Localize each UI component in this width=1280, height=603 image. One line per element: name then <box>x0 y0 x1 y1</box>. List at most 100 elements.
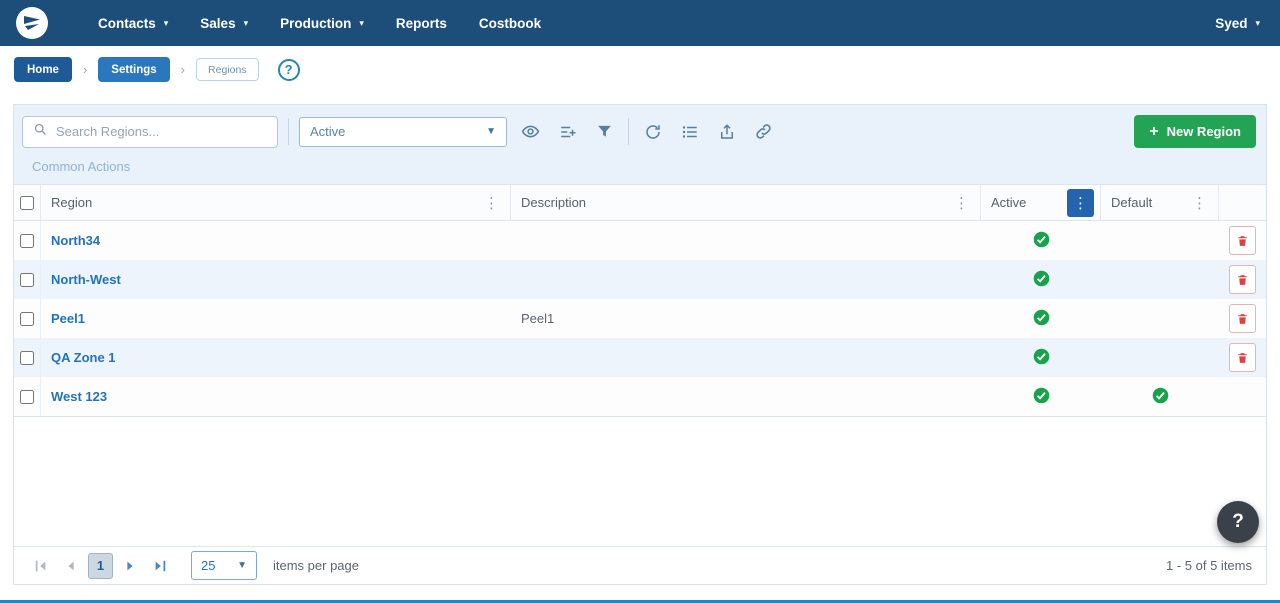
row-checkbox[interactable] <box>20 234 34 248</box>
active-cell <box>981 377 1101 416</box>
toolbar-divider <box>288 118 289 145</box>
search-box <box>22 116 278 148</box>
row-checkbox[interactable] <box>20 312 34 326</box>
nav-contacts-label: Contacts <box>98 16 156 31</box>
user-name: Syed <box>1215 16 1247 31</box>
column-header-description: Description ⋮ <box>511 185 981 220</box>
column-header-default: Default ⋮ <box>1101 185 1219 220</box>
column-menu-button[interactable]: ⋮ <box>479 194 504 212</box>
breadcrumb-separator-icon: › <box>181 62 185 77</box>
region-link[interactable]: North34 <box>51 233 100 248</box>
active-check-icon <box>1033 348 1050 368</box>
status-filter-select[interactable]: Active ▼ <box>299 117 507 147</box>
region-link[interactable]: North-West <box>51 272 121 287</box>
active-cell <box>981 299 1101 338</box>
description-cell <box>511 338 981 377</box>
breadcrumb-settings-button[interactable]: Settings <box>98 57 169 82</box>
last-page-button[interactable] <box>147 553 173 579</box>
active-cell <box>981 221 1101 260</box>
actions-cell <box>1219 260 1266 299</box>
description-cell <box>511 221 981 260</box>
filter-funnel-icon[interactable] <box>591 118 618 145</box>
table-row: North-West <box>14 260 1266 299</box>
actions-cell <box>1219 299 1266 338</box>
refresh-icon[interactable] <box>639 118 666 145</box>
nav-contacts[interactable]: Contacts ▾ <box>82 0 184 46</box>
table-row: North34 <box>14 221 1266 260</box>
toolbar-divider <box>628 118 629 145</box>
pagination-bar: 1 25 ▼ items per page 1 - 5 of 5 items <box>14 546 1266 584</box>
floating-help-button[interactable]: ? <box>1217 501 1259 543</box>
page-size-select[interactable]: 25 ▼ <box>191 551 257 580</box>
region-link[interactable]: QA Zone 1 <box>51 350 116 365</box>
nav-production[interactable]: Production ▾ <box>264 0 380 46</box>
column-menu-button[interactable]: ⋮ <box>949 194 974 212</box>
help-icon[interactable]: ? <box>278 59 300 81</box>
active-check-icon <box>1033 231 1050 251</box>
default-check-icon <box>1152 387 1169 407</box>
search-input[interactable] <box>56 124 267 139</box>
region-link[interactable]: West 123 <box>51 389 107 404</box>
default-cell <box>1101 221 1219 260</box>
export-icon[interactable] <box>713 118 740 145</box>
default-cell <box>1101 338 1219 377</box>
actions-cell <box>1219 377 1266 416</box>
default-cell <box>1101 377 1219 416</box>
nav-sales[interactable]: Sales ▾ <box>184 0 264 46</box>
delete-row-button[interactable] <box>1229 304 1256 333</box>
default-cell <box>1101 260 1219 299</box>
add-columns-icon[interactable] <box>554 118 581 145</box>
nav-reports[interactable]: Reports <box>380 0 463 46</box>
column-menu-button[interactable]: ⋮ <box>1187 194 1212 212</box>
select-all-checkbox[interactable] <box>20 196 34 210</box>
column-label: Default <box>1111 195 1152 210</box>
view-eye-icon[interactable] <box>517 118 544 145</box>
breadcrumb-regions-chip: Regions <box>196 58 259 81</box>
nav-reports-label: Reports <box>396 16 447 31</box>
column-label: Region <box>51 195 92 210</box>
column-label: Active <box>991 195 1026 210</box>
region-link[interactable]: Peel1 <box>51 311 85 326</box>
column-label: Description <box>521 195 586 210</box>
description-cell <box>511 377 981 416</box>
nav-costbook[interactable]: Costbook <box>463 0 557 46</box>
top-navbar: Contacts ▾ Sales ▾ Production ▾ Reports … <box>0 0 1280 46</box>
user-menu[interactable]: Syed ▾ <box>1215 16 1264 31</box>
breadcrumb-separator-icon: › <box>83 62 87 77</box>
row-checkbox[interactable] <box>20 351 34 365</box>
column-header-actions <box>1219 185 1266 220</box>
app-logo-icon[interactable] <box>16 7 48 39</box>
active-check-icon <box>1033 270 1050 290</box>
delete-row-button[interactable] <box>1229 226 1256 255</box>
chevron-down-icon: ▼ <box>486 126 496 137</box>
active-cell <box>981 260 1101 299</box>
active-check-icon <box>1033 309 1050 329</box>
row-checkbox[interactable] <box>20 390 34 404</box>
first-page-button[interactable] <box>28 553 54 579</box>
column-header-region: Region ⋮ <box>41 185 511 220</box>
current-page-button[interactable]: 1 <box>88 553 113 579</box>
row-checkbox[interactable] <box>20 273 34 287</box>
chevron-down-icon: ▼ <box>237 560 247 571</box>
next-page-button[interactable] <box>117 553 143 579</box>
actions-cell <box>1219 221 1266 260</box>
nav-costbook-label: Costbook <box>479 16 541 31</box>
toolbar-section: Active ▼ <box>14 105 1266 184</box>
description-cell <box>511 260 981 299</box>
column-header-active: Active ⋮ <box>981 185 1101 220</box>
new-region-label: New Region <box>1167 124 1241 139</box>
breadcrumb-home-button[interactable]: Home <box>14 57 72 82</box>
new-region-button[interactable]: + New Region <box>1134 115 1256 148</box>
search-icon <box>33 122 48 142</box>
chevron-down-icon: ▾ <box>244 19 249 28</box>
table-row: QA Zone 1 <box>14 338 1266 377</box>
actions-cell <box>1219 338 1266 377</box>
delete-row-button[interactable] <box>1229 343 1256 372</box>
common-actions-toggle[interactable]: Common Actions <box>22 148 1256 184</box>
link-icon[interactable] <box>750 118 777 145</box>
previous-page-button[interactable] <box>58 553 84 579</box>
list-icon[interactable] <box>676 118 703 145</box>
delete-row-button[interactable] <box>1229 265 1256 294</box>
column-menu-button-active[interactable]: ⋮ <box>1067 189 1094 217</box>
chevron-down-icon: ▾ <box>359 19 364 28</box>
